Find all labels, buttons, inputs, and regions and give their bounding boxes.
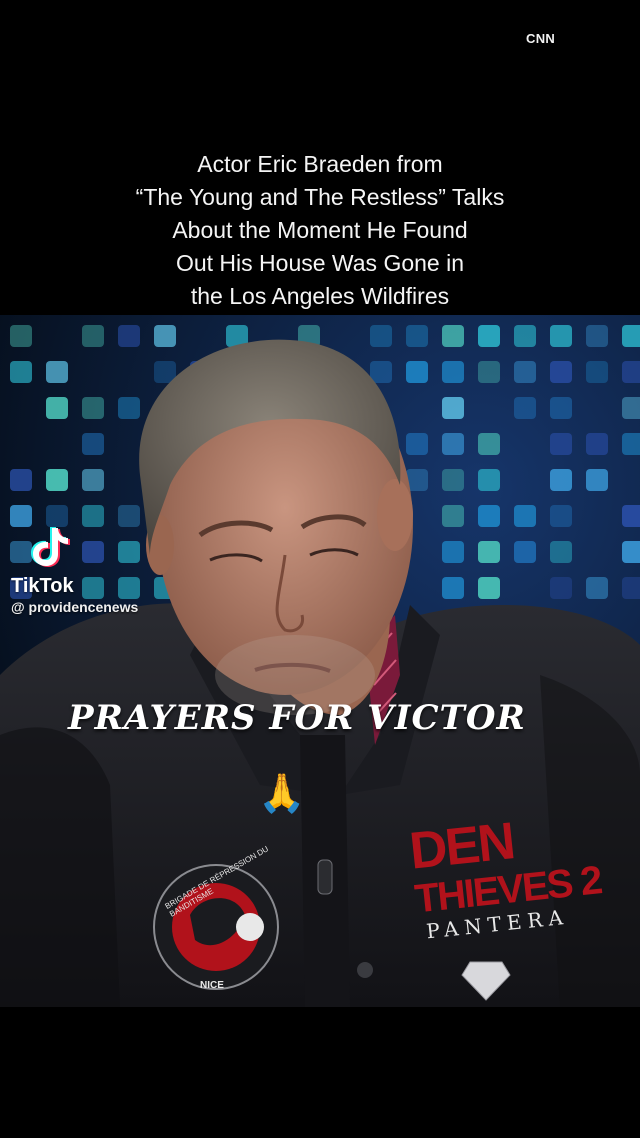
led-tile	[442, 541, 464, 563]
led-tile	[406, 361, 428, 383]
led-tile	[478, 361, 500, 383]
headline-line: Out His House Was Gone in	[175, 250, 465, 276]
led-tile	[370, 361, 392, 383]
led-tile	[550, 577, 572, 599]
led-tile	[622, 505, 640, 527]
led-tile	[442, 577, 464, 599]
led-tile	[10, 469, 32, 491]
led-tile	[82, 577, 104, 599]
led-tile	[586, 325, 608, 347]
brb-patch-nice: NICE	[200, 980, 224, 991]
led-tile	[82, 433, 104, 455]
led-tile	[46, 469, 68, 491]
led-tile	[118, 577, 140, 599]
prayer-emoji-glyph: 🙏	[258, 771, 306, 815]
tiktok-logo-icon	[31, 527, 70, 567]
led-tile	[442, 361, 464, 383]
led-tile	[82, 541, 104, 563]
led-tile	[550, 361, 572, 383]
led-tile	[82, 505, 104, 527]
led-tile	[82, 325, 104, 347]
led-tile	[10, 325, 32, 347]
led-tile	[118, 505, 140, 527]
led-tile	[442, 469, 464, 491]
led-tile	[478, 433, 500, 455]
led-tile	[118, 397, 140, 419]
led-tile	[370, 325, 392, 347]
prayer-hands-icon: 🙏	[258, 768, 306, 818]
led-tile	[442, 325, 464, 347]
led-tile	[622, 397, 640, 419]
tiktok-brand: TikTok	[11, 575, 74, 597]
headline-line: the Los Angeles Wildfires	[190, 283, 450, 309]
led-tile	[82, 469, 104, 491]
led-tile	[622, 541, 640, 563]
led-tile	[514, 505, 536, 527]
den-of-thieves-patch: DEN THIEVES 2	[407, 809, 603, 924]
led-tile	[622, 325, 640, 347]
headline: Actor Eric Braeden from “The Young and T…	[60, 148, 580, 313]
led-tile	[550, 505, 572, 527]
led-tile	[478, 505, 500, 527]
led-tile	[46, 361, 68, 383]
led-tile	[406, 325, 428, 347]
led-tile	[118, 541, 140, 563]
led-tile	[550, 397, 572, 419]
led-tile	[550, 433, 572, 455]
led-tile	[154, 325, 176, 347]
headline-line: Actor Eric Braeden from	[197, 151, 443, 177]
led-tile	[118, 325, 140, 347]
led-tile	[406, 433, 428, 455]
led-tile	[442, 505, 464, 527]
led-tile	[514, 325, 536, 347]
led-tile	[478, 577, 500, 599]
led-tile	[478, 541, 500, 563]
led-tile	[442, 433, 464, 455]
led-tile	[622, 577, 640, 599]
led-tile	[478, 469, 500, 491]
led-tile	[550, 325, 572, 347]
headline-line: “The Young and The Restless” Talks	[135, 184, 505, 210]
led-tile	[82, 397, 104, 419]
led-tile	[586, 577, 608, 599]
tiktok-handle[interactable]: @ providencenews	[11, 599, 138, 615]
led-tile	[586, 469, 608, 491]
led-tile	[622, 433, 640, 455]
led-tile	[10, 361, 32, 383]
network-badge: CNN	[526, 31, 556, 46]
headline-line: About the Moment He Found	[172, 217, 468, 243]
led-tile	[550, 469, 572, 491]
led-tile	[514, 541, 536, 563]
led-tile	[46, 397, 68, 419]
led-tile	[478, 325, 500, 347]
led-tile	[550, 541, 572, 563]
caption-overlay: PRAYERS FOR VICTOR	[68, 698, 526, 738]
led-tile	[586, 433, 608, 455]
led-tile	[514, 397, 536, 419]
led-tile	[586, 361, 608, 383]
led-tile	[622, 361, 640, 383]
led-tile	[442, 397, 464, 419]
led-tile	[514, 361, 536, 383]
